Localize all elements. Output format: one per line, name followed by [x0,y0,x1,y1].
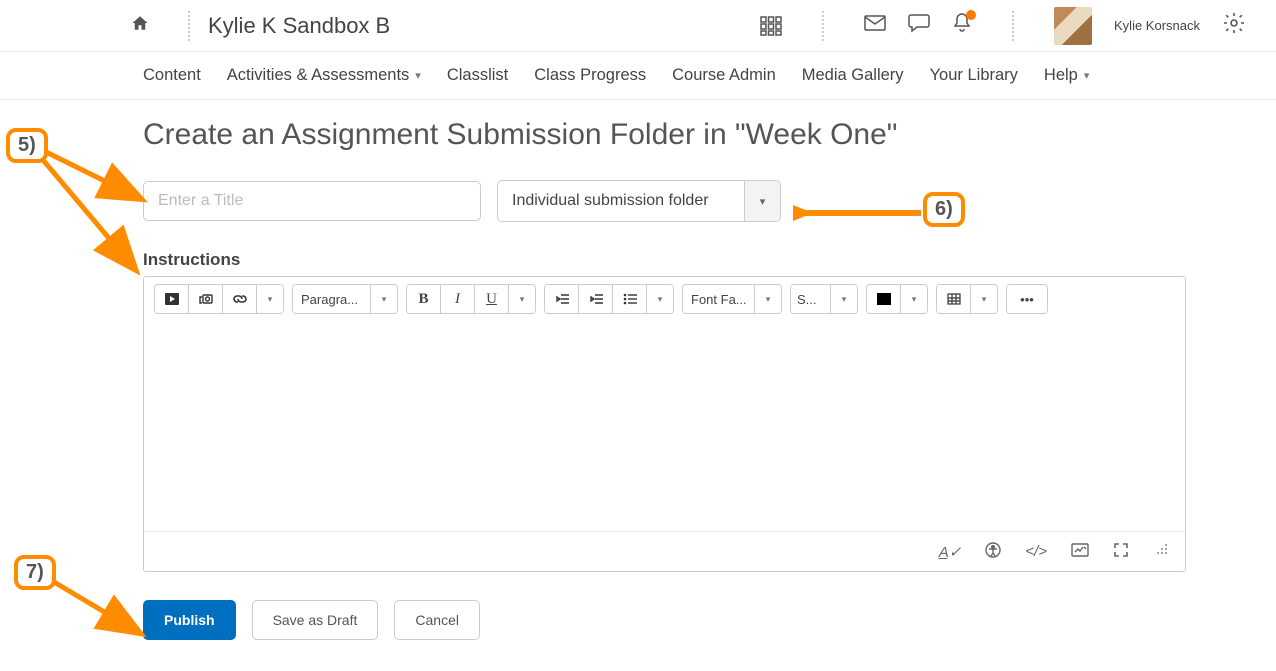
publish-button[interactable]: Publish [143,600,236,640]
bullet-list-button[interactable] [613,285,647,313]
more-actions-button[interactable]: ••• [1007,285,1047,313]
nav-content[interactable]: Content [143,66,201,85]
chevron-down-icon: ▾ [1084,69,1090,82]
color-button[interactable] [867,285,901,313]
nav-class-progress[interactable]: Class Progress [534,66,646,85]
nav-your-library[interactable]: Your Library [930,66,1018,85]
instructions-label: Instructions [143,250,1186,270]
chevron-down-icon: ▾ [415,69,421,82]
title-input[interactable] [143,181,481,221]
topbar-right: Kylie Korsnack [760,7,1246,45]
underline-button[interactable]: U [475,285,509,313]
indent-button[interactable] [579,285,613,313]
insert-video-icon[interactable] [155,285,189,313]
action-buttons: Publish Save as Draft Cancel [143,600,1186,640]
top-bar: Kylie K Sandbox B Kylie Korsnack [0,0,1276,52]
callout-6: 6) [923,192,965,227]
main-content: Create an Assignment Submission Folder i… [0,100,1276,640]
resize-handle-icon[interactable] [1153,542,1169,562]
username[interactable]: Kylie Korsnack [1114,18,1200,33]
title-row: Individual submission folder ▾ [143,180,1186,222]
divider [1012,11,1014,41]
font-size-select[interactable]: S... [791,285,831,313]
table-button[interactable] [937,285,971,313]
cancel-button[interactable]: Cancel [394,600,480,640]
avatar[interactable] [1054,7,1092,45]
nav-label: Activities & Assessments [227,66,409,85]
callout-7: 7) [14,555,56,590]
color-dropdown[interactable]: ▾ [901,285,927,313]
text-style-dropdown[interactable]: ▾ [509,285,535,313]
editor-textarea[interactable] [144,321,1185,531]
arrow-7 [50,578,150,643]
arrow-6 [793,203,928,223]
preview-icon[interactable] [1071,543,1089,561]
divider [822,11,824,41]
callout-5: 5) [6,128,48,163]
apps-grid-icon[interactable] [760,16,782,36]
paragraph-select[interactable]: Paragra... [293,285,371,313]
divider [188,11,190,41]
spellcheck-icon[interactable]: A̲✓ [939,543,962,561]
italic-button[interactable]: I [441,285,475,313]
mail-icon[interactable] [864,15,886,36]
rich-text-editor: ▾ Paragra... ▾ B I U ▾ ▾ Font Fa... ▾ [143,276,1186,572]
nav-media-gallery[interactable]: Media Gallery [802,66,904,85]
html-source-icon[interactable]: </> [1025,543,1047,560]
nav-label: Help [1044,66,1078,85]
insert-more-dropdown[interactable]: ▾ [257,285,283,313]
font-size-dropdown[interactable]: ▾ [831,285,857,313]
chat-icon[interactable] [908,13,930,38]
nav-activities[interactable]: Activities & Assessments ▾ [227,66,421,85]
fullscreen-icon[interactable] [1113,542,1129,562]
submission-type-select[interactable]: Individual submission folder ▾ [497,180,781,222]
notification-dot [966,10,976,20]
insert-link-icon[interactable] [223,285,257,313]
list-dropdown[interactable]: ▾ [647,285,673,313]
home-icon[interactable] [130,14,150,37]
paragraph-dropdown[interactable]: ▾ [371,285,397,313]
bell-icon[interactable] [952,12,972,39]
table-dropdown[interactable]: ▾ [971,285,997,313]
editor-toolbar: ▾ Paragra... ▾ B I U ▾ ▾ Font Fa... ▾ [144,277,1185,321]
arrow-5b [34,150,149,280]
chevron-down-icon: ▾ [744,181,780,221]
nav-classlist[interactable]: Classlist [447,66,508,85]
accessibility-icon[interactable] [985,542,1001,562]
editor-footer: A̲✓ </> [144,531,1185,571]
insert-image-icon[interactable] [189,285,223,313]
select-value: Individual submission folder [512,192,709,210]
page-title: Create an Assignment Submission Folder i… [143,118,1186,152]
nav-course-admin[interactable]: Course Admin [672,66,776,85]
bold-button[interactable]: B [407,285,441,313]
course-title[interactable]: Kylie K Sandbox B [208,13,760,39]
font-family-dropdown[interactable]: ▾ [755,285,781,313]
nav-help[interactable]: Help ▾ [1044,66,1089,85]
font-family-select[interactable]: Font Fa... [683,285,755,313]
outdent-button[interactable] [545,285,579,313]
gear-icon[interactable] [1222,11,1246,41]
save-draft-button[interactable]: Save as Draft [252,600,379,640]
course-navbar: Content Activities & Assessments ▾ Classl… [0,52,1276,100]
